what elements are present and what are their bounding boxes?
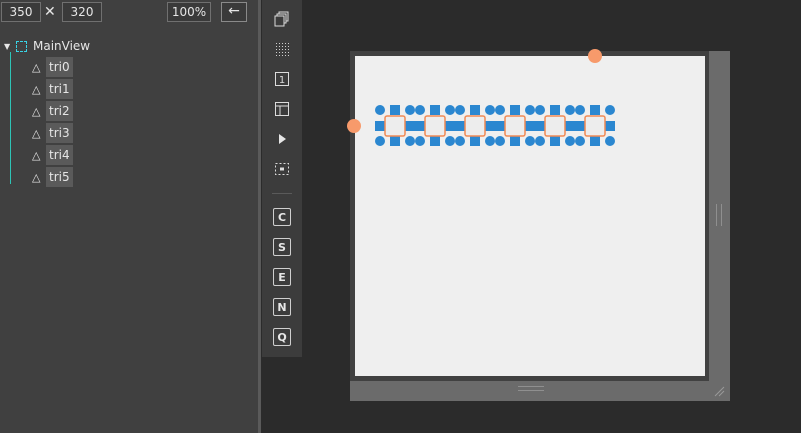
tree-item-tri0[interactable]: △ tri0 — [32, 57, 73, 77]
selection-box-icon — [16, 40, 27, 52]
tree-item-tri1[interactable]: △ tri1 — [32, 79, 73, 99]
tree-item-label: tri2 — [46, 101, 73, 121]
resize-handle-right[interactable] — [716, 204, 722, 226]
tree-item-tri4[interactable]: △ tri4 — [32, 145, 73, 165]
tree-item-label: tri4 — [46, 145, 73, 165]
tool-s-button[interactable]: S — [273, 238, 291, 256]
resize-handle-bottom[interactable] — [518, 386, 544, 391]
triangle-icon: △ — [32, 104, 41, 118]
triangle-icon: △ — [32, 170, 41, 184]
hierarchy-panel: ✕ ← ▼ MainView △ tri0 △ tri1 △ tri2 △ tr… — [0, 0, 258, 433]
tool-c-button[interactable]: C — [273, 208, 291, 226]
tree-root-mainview[interactable]: ▼ MainView — [4, 37, 90, 55]
svg-text:1: 1 — [279, 75, 285, 86]
tree-item-tri3[interactable]: △ tri3 — [32, 123, 73, 143]
vertical-toolbar: 1 C S E N Q — [262, 0, 302, 357]
focus-frame-icon[interactable] — [274, 161, 290, 177]
times-sign: ✕ — [44, 4, 56, 20]
triangle-icon: △ — [32, 148, 41, 162]
copy-layers-icon[interactable] — [274, 11, 290, 27]
height-field[interactable] — [62, 2, 102, 22]
tool-n-button[interactable]: N — [273, 298, 291, 316]
tree-root-label: MainView — [33, 39, 91, 53]
tree-item-tri5[interactable]: △ tri5 — [32, 167, 73, 187]
triangle-strip-shape[interactable] — [370, 100, 620, 152]
layout-panel-icon[interactable] — [274, 101, 290, 117]
grid-icon[interactable] — [274, 41, 290, 57]
tree-item-label: tri0 — [46, 57, 73, 77]
triangle-icon: △ — [32, 60, 41, 74]
tree-item-label: tri5 — [46, 167, 73, 187]
back-button[interactable]: ← — [221, 2, 247, 22]
tree-item-label: tri1 — [46, 79, 73, 99]
number-one-icon[interactable]: 1 — [274, 71, 290, 87]
expand-caret-icon[interactable]: ▼ — [4, 42, 14, 51]
tool-q-button[interactable]: Q — [273, 328, 291, 346]
anchor-handle-top[interactable] — [588, 49, 602, 63]
panel-splitter[interactable] — [258, 0, 261, 433]
resize-corner-icon[interactable] — [713, 385, 725, 397]
shape-bar — [375, 121, 615, 131]
tree-item-label: tri3 — [46, 123, 73, 143]
tree-guide-line — [10, 52, 11, 184]
anchor-handle-left[interactable] — [347, 119, 361, 133]
play-icon[interactable] — [274, 131, 290, 147]
tree-item-tri2[interactable]: △ tri2 — [32, 101, 73, 121]
triangle-icon: △ — [32, 82, 41, 96]
tool-e-button[interactable]: E — [273, 268, 291, 286]
zoom-field[interactable] — [167, 2, 211, 22]
width-field[interactable] — [1, 2, 41, 22]
toolbar-separator — [272, 193, 292, 194]
triangle-icon: △ — [32, 126, 41, 140]
